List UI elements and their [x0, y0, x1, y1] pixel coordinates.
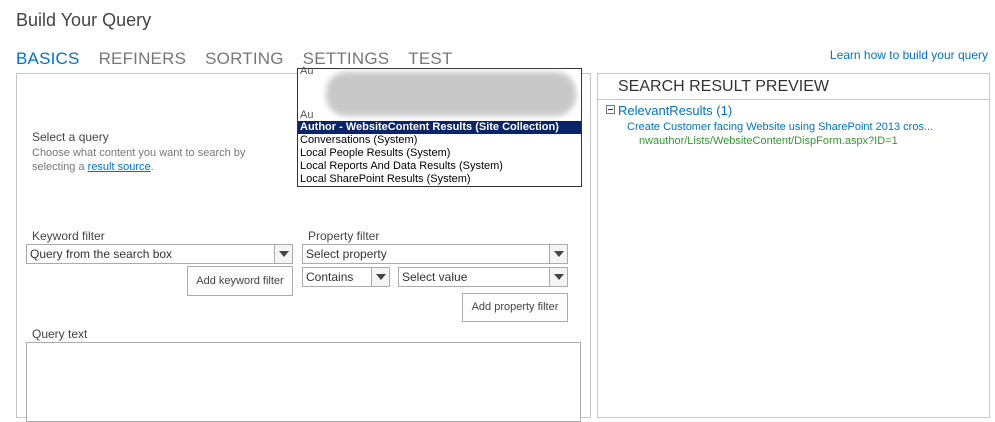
- operator-select[interactable]: Contains: [302, 267, 390, 287]
- tab-bar: BASICS REFINERS SORTING SETTINGS TEST: [16, 49, 453, 69]
- chevron-down-icon[interactable]: [371, 268, 389, 286]
- result-source-link[interactable]: result source: [88, 161, 151, 173]
- page-title: Build Your Query: [16, 10, 152, 30]
- select-query-description-end: .: [150, 161, 154, 173]
- learn-link[interactable]: Learn how to build your query: [830, 48, 988, 62]
- result-source-dropdown[interactable]: Au Au Author - WebsiteContent Results (S…: [297, 65, 582, 187]
- tab-test[interactable]: TEST: [408, 49, 452, 69]
- keyword-filter-select[interactable]: Query from the search box: [26, 244, 293, 264]
- dropdown-item[interactable]: Local SharePoint Results (System): [298, 173, 581, 186]
- chevron-down-icon[interactable]: [549, 268, 567, 286]
- value-select-value: Select value: [402, 270, 468, 284]
- property-filter-label: Property filter: [308, 229, 380, 243]
- dropdown-item[interactable]: Author - WebsiteContent Results (Site Co…: [298, 121, 581, 134]
- tab-basics[interactable]: BASICS: [16, 49, 80, 69]
- collapse-icon[interactable]: [606, 105, 615, 114]
- result-group-label: RelevantResults (1): [618, 103, 733, 118]
- select-query-label: Select a query: [32, 130, 109, 144]
- select-query-description: Choose what content you want to search b…: [32, 146, 267, 174]
- property-select[interactable]: Select property: [302, 244, 568, 264]
- redacted-region: [326, 72, 576, 116]
- property-select-value: Select property: [306, 247, 387, 261]
- query-text-label: Query text: [32, 327, 88, 341]
- dropdown-item[interactable]: Conversations (System): [298, 134, 581, 147]
- chevron-down-icon[interactable]: [549, 245, 567, 263]
- preview-header: SEARCH RESULT PREVIEW: [598, 74, 989, 100]
- operator-select-value: Contains: [306, 270, 354, 284]
- dropdown-item-partial[interactable]: Au: [300, 109, 313, 121]
- add-keyword-filter-button[interactable]: Add keyword filter: [187, 266, 293, 296]
- search-result-preview-panel: SEARCH RESULT PREVIEW RelevantResults (1…: [597, 73, 990, 418]
- query-text-area[interactable]: [26, 342, 581, 422]
- dropdown-item-partial[interactable]: Au: [300, 65, 313, 77]
- result-url: nwauthor/Lists/WebsiteContent/DispForm.a…: [639, 135, 898, 147]
- keyword-filter-label: Keyword filter: [32, 229, 105, 243]
- add-property-filter-button[interactable]: Add property filter: [462, 293, 568, 322]
- dropdown-item[interactable]: Local Reports And Data Results (System): [298, 160, 581, 173]
- keyword-filter-value: Query from the search box: [30, 247, 173, 261]
- value-select[interactable]: Select value: [398, 267, 568, 287]
- dropdown-item[interactable]: Local People Results (System): [298, 147, 581, 160]
- tab-settings[interactable]: SETTINGS: [303, 49, 390, 69]
- tab-sorting[interactable]: SORTING: [205, 49, 284, 69]
- chevron-down-icon[interactable]: [274, 245, 292, 263]
- result-title-link[interactable]: Create Customer facing Website using Sha…: [627, 121, 933, 133]
- tab-refiners[interactable]: REFINERS: [99, 49, 187, 69]
- result-group[interactable]: RelevantResults (1): [606, 103, 732, 118]
